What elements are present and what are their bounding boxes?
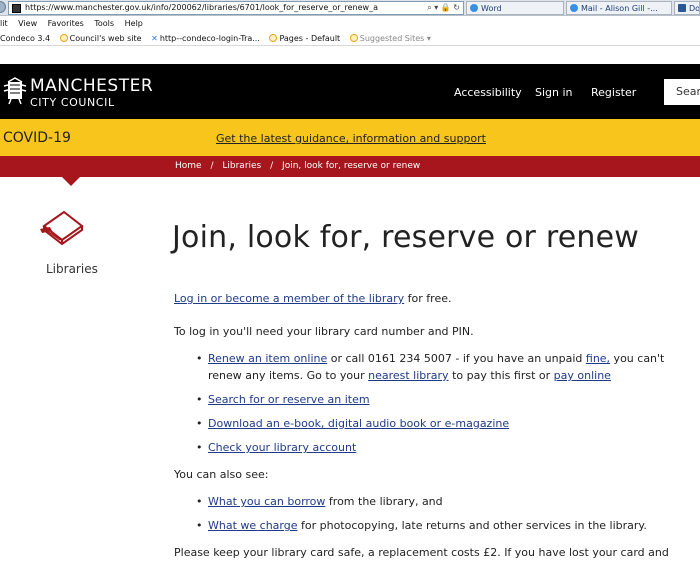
ie-icon [349,34,358,42]
what-we-charge-link[interactable]: What we charge [208,519,298,532]
main-content: Log in or become a member of the library… [174,290,694,577]
charge-text: for photocopying, late returns and other… [297,519,647,532]
what-you-can-borrow-link[interactable]: What you can borrow [208,495,325,508]
intro-text: for free. [404,292,452,305]
section-pointer [61,176,81,186]
search-input[interactable]: Searc [664,79,700,105]
favorite-condeco-login[interactable]: ✕ http--condeco-login-Tra... [151,31,260,46]
book-icon [40,210,84,246]
renew-online-link[interactable]: Renew an item online [208,352,327,365]
address-bar[interactable]: https://www.manchester.gov.uk/info/20006… [8,1,464,15]
ie-icon [570,4,578,12]
section-label: Libraries [46,262,98,276]
breadcrumb-separator: / [270,161,274,171]
favorite-label: Pages - Default [279,34,341,43]
download-ebook-link[interactable]: Download an e-book, digital audio book o… [208,417,509,430]
word-icon [678,4,686,12]
list-item: Check your library account [196,439,694,456]
nearest-library-link[interactable]: nearest library [368,369,448,382]
menu-item-help[interactable]: Help [125,19,143,28]
back-button-icon[interactable] [0,1,6,13]
breadcrumb-home[interactable]: Home [175,161,202,171]
list-item: Renew an item online or call 0161 234 50… [196,350,694,384]
action-list: Renew an item online or call 0161 234 50… [196,350,694,456]
menu-bar: lit View Favorites Tools Help [0,17,700,31]
tab-label: Do [689,4,700,13]
renew-text: to pay this first or [448,369,554,382]
borrow-text: from the library, and [325,495,443,508]
address-tools-icon[interactable]: ⌕ ▾ 🔒 ↻ [427,2,460,14]
ie-icon [470,4,478,12]
address-url: https://www.manchester.gov.uk/info/20006… [25,3,378,12]
favorite-label: Suggested Sites ▾ [359,34,431,43]
menu-item-favorites[interactable]: Favorites [48,19,84,28]
breadcrumb: Home / Libraries / Join, look for, reser… [0,156,700,177]
pay-online-link[interactable]: pay online [554,369,611,382]
covid-banner: COVID-19 Get the latest guidance, inform… [0,119,700,156]
breadcrumb-libraries[interactable]: Libraries [222,161,261,171]
nav-sign-in[interactable]: Sign in [535,86,573,99]
nav-accessibility[interactable]: Accessibility [454,86,522,99]
search-reserve-link[interactable]: Search for or reserve an item [208,393,370,406]
fine-link[interactable]: fine, [586,352,610,365]
login-member-link[interactable]: Log in or become a member of the library [174,292,404,305]
check-account-link[interactable]: Check your library account [208,441,356,454]
favorites-bar: Condeco 3.4 Council's web site ✕ http--co… [0,31,700,46]
favorite-suggested-sites[interactable]: Suggested Sites ▾ [349,31,431,46]
also-see-text: You can also see: [174,468,269,481]
favorite-council-site[interactable]: Council's web site [59,31,142,46]
favorite-condeco[interactable]: Condeco 3.4 [0,31,50,46]
tab-label: Word [481,4,502,13]
breadcrumb-current: Join, look for, reserve or renew [282,161,421,171]
list-item: Search for or reserve an item [196,391,694,408]
site-header: MANCHESTER CITY COUNCIL Accessibility Si… [0,64,700,119]
tab-mail[interactable]: Mail - Alison Gill -... [566,1,672,15]
list-item: What we charge for photocopying, late re… [196,517,694,534]
covid-link-text[interactable]: Get the latest guidance, information and… [216,132,486,145]
brand-subtitle[interactable]: CITY COUNCIL [30,97,115,109]
council-crest-icon[interactable] [2,77,28,105]
covid-title: COVID-19 [3,130,71,146]
card-safety-note: Please keep your library card safe, a re… [174,546,669,559]
ie-icon [59,34,68,42]
site-favicon-icon [12,4,21,13]
condeco-icon: ✕ [151,34,158,43]
favorite-label: http--condeco-login-Tra... [159,34,260,43]
favorite-label: Condeco 3.4 [0,34,51,43]
browser-toolbar: https://www.manchester.gov.uk/info/20006… [0,0,700,16]
renew-text: or call 0161 234 5007 - if you have an u… [327,352,586,365]
list-item: Download an e-book, digital audio book o… [196,415,694,432]
brand-name[interactable]: MANCHESTER [30,77,153,95]
page-title: Join, look for, reserve or renew [172,220,639,255]
favorite-label: Council's web site [69,34,142,43]
list-item: What you can borrow from the library, an… [196,493,694,510]
ie-icon [269,34,278,42]
menu-item-edit[interactable]: lit [0,19,8,28]
tab-word-doc[interactable]: Do [674,1,700,15]
tab-label: Mail - Alison Gill -... [581,4,658,13]
favorite-pages-default[interactable]: Pages - Default [269,31,340,46]
tab-word[interactable]: Word [466,1,564,15]
menu-item-view[interactable]: View [18,19,37,28]
login-note: To log in you'll need your library card … [174,325,474,338]
also-see-list: What you can borrow from the library, an… [196,493,694,534]
breadcrumb-separator: / [210,161,214,171]
menu-item-tools[interactable]: Tools [94,19,114,28]
nav-register[interactable]: Register [591,86,636,99]
covid-guidance-link[interactable]: Get the latest guidance, information and… [216,132,486,145]
